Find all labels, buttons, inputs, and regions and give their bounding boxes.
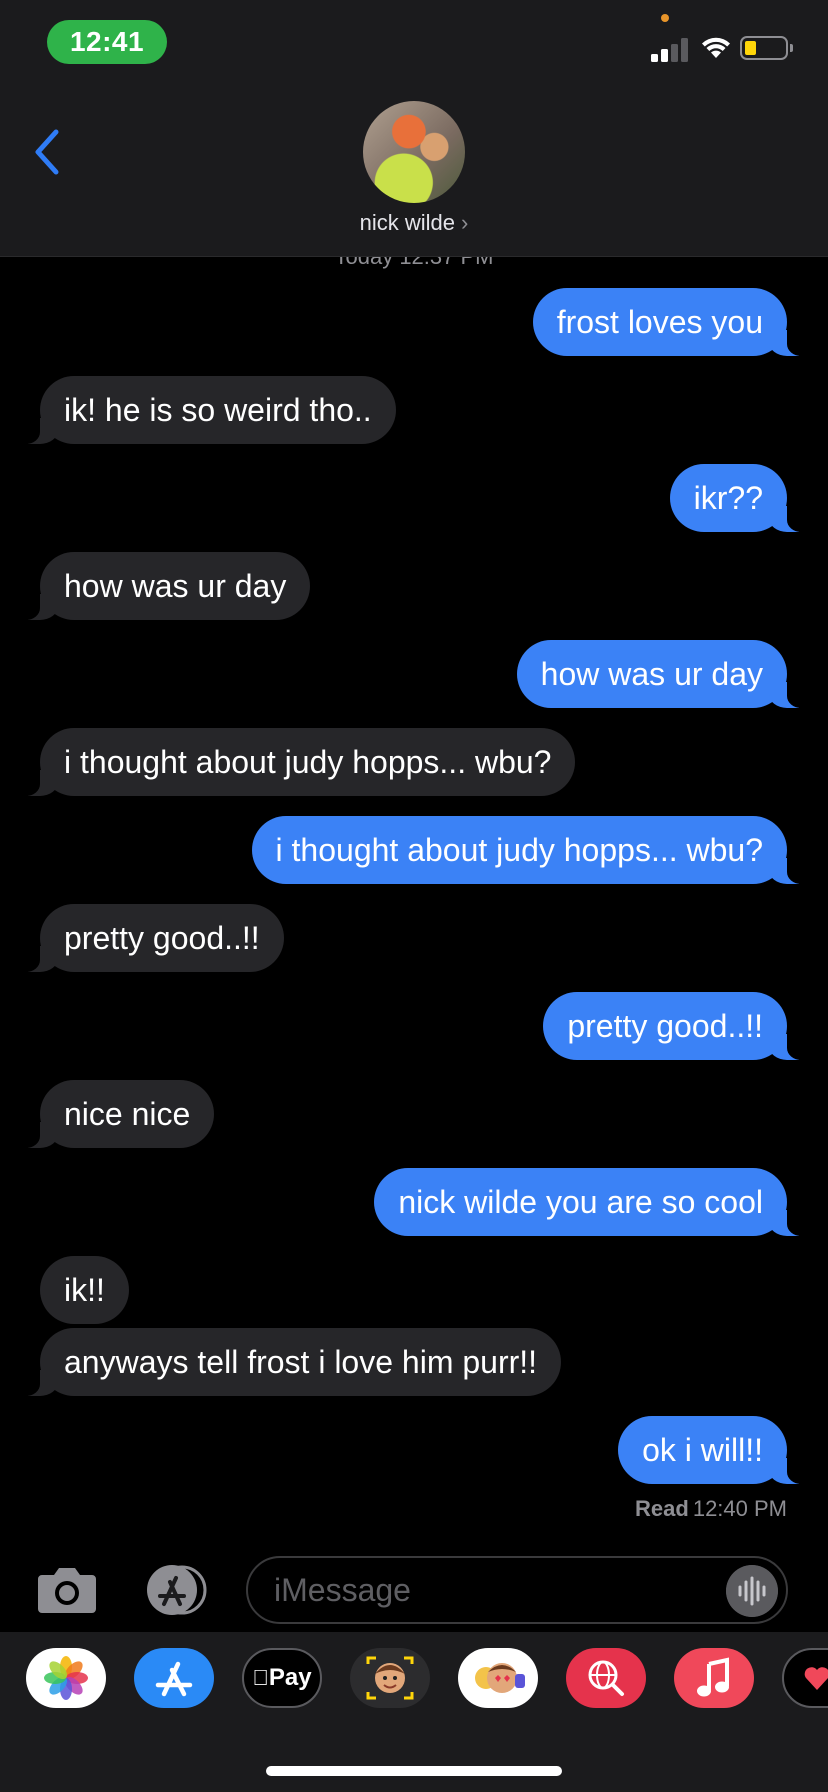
message-bubble-incoming[interactable]: ik! he is so weird tho.. xyxy=(18,376,396,444)
voice-waveform-icon[interactable] xyxy=(726,1565,778,1617)
app-store-app-button[interactable] xyxy=(134,1648,214,1708)
message-bubble-outgoing[interactable]: how was ur day xyxy=(516,640,810,708)
contact-name-button[interactable]: nick wilde › xyxy=(0,210,828,236)
wifi-icon xyxy=(702,37,730,58)
apple-pay-app-button[interactable]: Pay xyxy=(242,1648,322,1708)
message-bubble-outgoing[interactable]: nick wilde you are so cool xyxy=(374,1168,809,1236)
battery-icon xyxy=(740,36,793,60)
music-note-icon xyxy=(697,1657,729,1697)
message-bubble-outgoing[interactable]: i thought about judy hopps... wbu? xyxy=(251,816,810,884)
message-bubble-outgoing[interactable]: ikr?? xyxy=(669,464,810,532)
message-bubble-outgoing[interactable]: frost loves you xyxy=(532,288,810,356)
photos-app-button[interactable] xyxy=(26,1648,106,1708)
camera-icon[interactable] xyxy=(36,1565,98,1615)
chevron-right-icon: › xyxy=(461,210,469,235)
message-bubble-incoming[interactable]: ik!! xyxy=(40,1256,129,1324)
contact-name: nick wilde xyxy=(359,210,456,235)
home-indicator[interactable] xyxy=(266,1766,562,1776)
photos-icon xyxy=(44,1656,88,1700)
message-bubble-outgoing[interactable]: pretty good..!! xyxy=(543,992,809,1060)
images-search-app-button[interactable] xyxy=(566,1648,646,1708)
heart-icon xyxy=(804,1667,828,1690)
read-receipt: Read 12:40 PM xyxy=(635,1496,787,1522)
memoji-camera-app-button[interactable] xyxy=(350,1648,430,1708)
contact-avatar[interactable] xyxy=(363,101,465,203)
message-bubble-incoming[interactable]: i thought about judy hopps... wbu? xyxy=(17,728,576,796)
message-input-placeholder: iMessage xyxy=(274,1572,411,1608)
app-store-icon xyxy=(155,1661,193,1697)
message-bubble-incoming[interactable]: anyways tell frost i love him purr!! xyxy=(17,1328,562,1396)
read-receipt-label: Read xyxy=(635,1496,689,1521)
read-receipt-time: 12:40 PM xyxy=(692,1496,787,1521)
digital-touch-app-button[interactable] xyxy=(782,1648,828,1708)
message-bubble-outgoing[interactable]: ok i will!! xyxy=(618,1416,809,1484)
back-chevron-icon[interactable] xyxy=(30,128,66,176)
globe-search-icon xyxy=(588,1660,624,1696)
message-bubble-incoming[interactable]: nice nice xyxy=(17,1080,215,1148)
music-app-button[interactable] xyxy=(674,1648,754,1708)
cellular-signal-icon xyxy=(651,36,691,62)
status-time[interactable]: 12:41 xyxy=(47,20,167,64)
apple-pay-icon:  xyxy=(252,1665,269,1691)
app-store-button-icon[interactable] xyxy=(140,1564,212,1616)
message-bubble-incoming[interactable]: pretty good..!! xyxy=(18,904,284,972)
apple-pay-label: Pay xyxy=(260,1664,312,1691)
memoji-stickers-icon xyxy=(475,1663,525,1693)
memoji-stickers-app-button[interactable] xyxy=(458,1648,538,1708)
mic-indicator-dot xyxy=(661,14,669,22)
memoji-camera-icon xyxy=(366,1656,414,1700)
message-input[interactable]: iMessage xyxy=(246,1556,788,1624)
message-bubble-incoming[interactable]: how was ur day xyxy=(17,552,311,620)
conversation-header: 12:41 nick wilde › xyxy=(0,0,828,257)
